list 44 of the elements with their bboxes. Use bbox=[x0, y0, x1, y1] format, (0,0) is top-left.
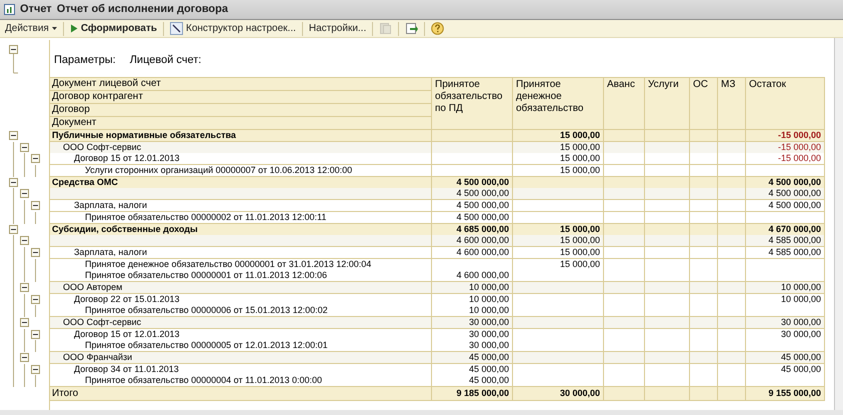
collapse-icon[interactable] bbox=[20, 189, 29, 198]
collapse-icon[interactable] bbox=[9, 178, 18, 187]
collapse-icon[interactable] bbox=[9, 131, 18, 140]
column-header: Принятое денежное обязательство bbox=[513, 78, 604, 130]
parameters-value: Лицевой счет: bbox=[130, 53, 202, 68]
value-cell: 9 185 000,00 bbox=[432, 387, 513, 402]
column-header: Договор bbox=[50, 104, 432, 117]
column-header: Документ лицевой счет bbox=[50, 78, 432, 91]
collapse-icon[interactable] bbox=[20, 142, 29, 152]
collapse-icon[interactable] bbox=[20, 236, 29, 246]
play-icon bbox=[70, 24, 78, 33]
column-header: Документ bbox=[50, 117, 432, 130]
column-header: МЗ bbox=[718, 78, 746, 130]
column-header: Остаток bbox=[746, 78, 825, 130]
collapse-icon[interactable] bbox=[9, 45, 18, 54]
report-icon bbox=[4, 4, 15, 15]
parameters-label: Параметры: bbox=[54, 53, 116, 68]
collapse-icon[interactable] bbox=[31, 201, 40, 210]
collapse-icon[interactable] bbox=[31, 364, 40, 374]
window-kind: Отчет bbox=[20, 2, 52, 18]
total-label: Итого bbox=[50, 387, 432, 402]
caret-icon bbox=[52, 27, 57, 30]
collapse-icon[interactable] bbox=[9, 224, 18, 234]
collapse-icon[interactable] bbox=[20, 318, 29, 327]
column-header: Принятое обязательство по ПД bbox=[432, 78, 513, 130]
collapse-icon[interactable] bbox=[31, 330, 40, 339]
collapse-icon[interactable] bbox=[20, 353, 29, 362]
tree-line bbox=[13, 54, 19, 74]
value-cell: 9 155 000,00 bbox=[746, 387, 825, 402]
generate-button[interactable]: Сформировать bbox=[66, 20, 160, 36]
value-cell: 30 000,00 bbox=[513, 387, 604, 402]
column-header: Услуги bbox=[645, 78, 690, 130]
column-header: Договор контрагент bbox=[50, 91, 432, 104]
column-header: Аванс bbox=[604, 78, 645, 130]
actions-menu[interactable]: Действия bbox=[2, 20, 60, 36]
collapse-icon[interactable] bbox=[31, 294, 40, 304]
wand-icon bbox=[170, 22, 184, 35]
collapse-icon[interactable] bbox=[20, 282, 29, 292]
settings-builder-button[interactable]: Конструктор настроек... bbox=[167, 20, 299, 36]
column-header: ОС bbox=[690, 78, 718, 130]
window-title: Отчет об исполнении договора bbox=[56, 2, 228, 18]
collapse-icon[interactable] bbox=[31, 248, 40, 257]
collapse-icon[interactable] bbox=[31, 154, 40, 164]
settings-button[interactable]: Настройки... bbox=[306, 20, 370, 36]
